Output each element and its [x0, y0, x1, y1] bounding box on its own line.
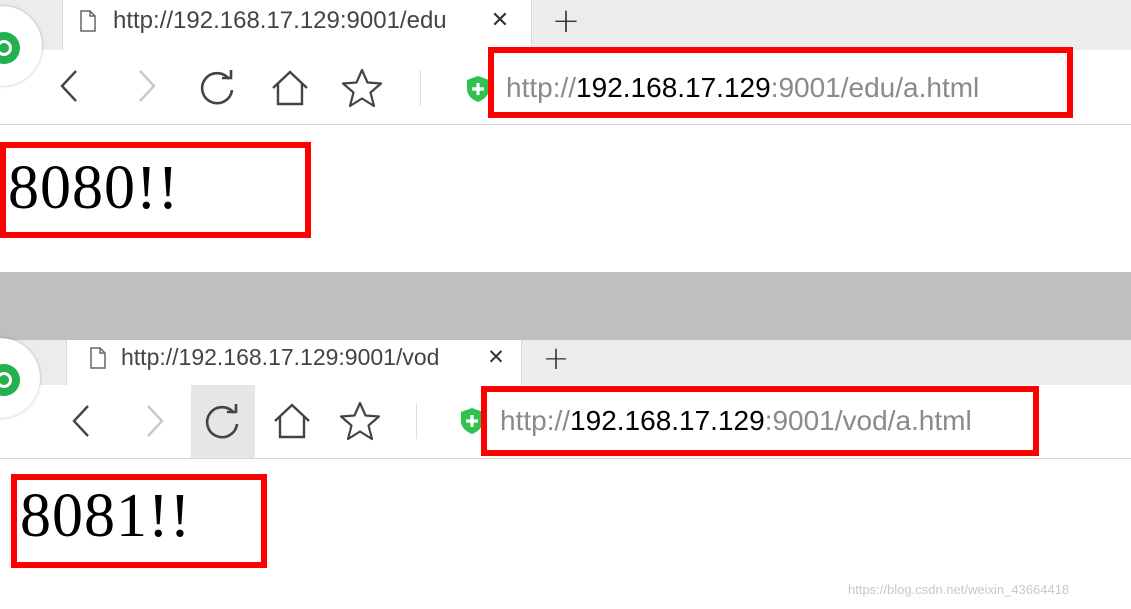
back-button[interactable] [60, 399, 104, 443]
browser-logo-icon [0, 364, 20, 396]
forward-button[interactable] [124, 64, 168, 108]
navigation-bar: http://192.168.17.129:9001/vod/a.html [0, 385, 1131, 459]
tab-active[interactable]: http://192.168.17.129:9001/vod ✕ [66, 340, 522, 385]
tab-strip: http://192.168.17.129:9001/vod ✕ + [0, 338, 1131, 385]
browser-logo-icon [0, 32, 20, 64]
page-icon [90, 347, 106, 369]
bookmark-button[interactable] [338, 64, 386, 112]
tab-title: http://192.168.17.129:9001/vod [121, 344, 440, 370]
tab-active[interactable]: http://192.168.17.129:9001/edu ✕ [62, 0, 532, 50]
forward-icon [147, 405, 164, 437]
browser-window-2: http://192.168.17.129:9001/vod ✕ + http:… [0, 338, 1131, 609]
content-highlight-box [11, 474, 267, 568]
tab-title: http://192.168.17.129:9001/edu [113, 7, 447, 34]
back-button[interactable] [48, 64, 92, 108]
url-highlight-box [481, 386, 1039, 456]
content-highlight-box [0, 142, 311, 238]
back-icon [72, 405, 89, 437]
refresh-button[interactable] [191, 385, 255, 458]
star-icon [341, 68, 383, 108]
refresh-icon [200, 70, 234, 105]
home-button[interactable] [266, 64, 314, 112]
star-icon [339, 401, 381, 441]
page-icon [80, 10, 96, 32]
back-icon [60, 70, 77, 102]
url-highlight-box [488, 47, 1073, 118]
screenshot-divider [0, 272, 1131, 340]
new-tab-button[interactable]: + [548, 0, 584, 42]
shield-icon [467, 76, 489, 102]
navigation-bar: http://192.168.17.129:9001/edu/a.html [0, 47, 1131, 125]
new-tab-button[interactable]: + [538, 338, 574, 378]
toolbar-separator [416, 403, 417, 439]
toolbar-separator [420, 70, 421, 106]
bookmark-button[interactable] [336, 397, 384, 445]
tab-close-button[interactable]: ✕ [485, 6, 515, 36]
forward-button[interactable] [132, 399, 176, 443]
tab-strip: http://192.168.17.129:9001/edu ✕ + [0, 0, 1131, 50]
home-icon [272, 70, 308, 106]
browser-window-1: http://192.168.17.129:9001/edu ✕ + http:… [0, 0, 1131, 272]
refresh-button[interactable] [194, 64, 242, 112]
home-button[interactable] [268, 397, 316, 445]
forward-icon [139, 70, 156, 102]
home-icon [274, 403, 310, 439]
watermark: https://blog.csdn.net/weixin_43664418 [848, 582, 1070, 597]
refresh-icon [205, 403, 239, 438]
tab-close-button[interactable]: ✕ [481, 342, 511, 372]
